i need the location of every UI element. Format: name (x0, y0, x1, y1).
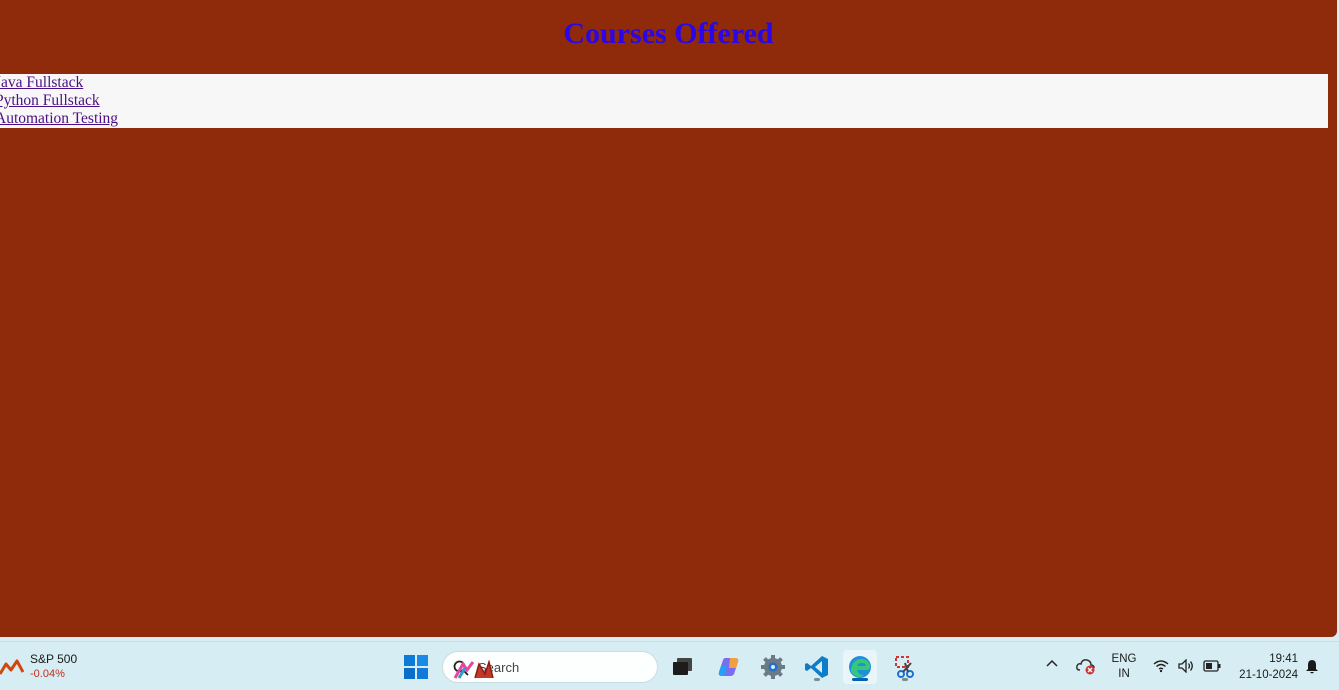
windows-logo-icon (404, 655, 428, 679)
stock-chart-icon (0, 659, 24, 675)
wifi-icon (1153, 660, 1169, 673)
start-button[interactable] (399, 650, 433, 684)
language-code: ENG (1111, 653, 1137, 665)
widget-title: S&P 500 (30, 652, 78, 666)
region-code: IN (1118, 668, 1130, 680)
clock[interactable]: 19:41 21-10-2024 (1228, 651, 1298, 683)
notification-bell-icon[interactable] (1305, 659, 1319, 675)
task-view-icon (673, 658, 692, 675)
widget-change: -0.04% (30, 668, 65, 680)
page-title: Courses Offered (563, 17, 774, 50)
taskbar: S&P 500 -0.04% Search ENG IN 19:41 21-10… (0, 641, 1339, 690)
edge-icon (849, 656, 871, 678)
running-indicator (814, 678, 820, 681)
course-link-python[interactable]: Python Fullstack (0, 92, 100, 109)
copilot-icon (718, 658, 739, 676)
active-indicator (852, 678, 868, 681)
list-item: Automation Testing (0, 110, 1328, 128)
snipping-tool-icon (895, 656, 914, 678)
copilot-button[interactable] (712, 650, 746, 684)
stock-widget[interactable]: S&P 500 -0.04% (0, 650, 90, 684)
language-indicator[interactable]: ENG IN (1108, 652, 1140, 682)
snipping-tool-app[interactable] (888, 650, 922, 684)
search-input[interactable]: Search (442, 651, 658, 683)
vscode-icon (805, 656, 828, 678)
list-item: Java Fullstack (0, 74, 1328, 92)
task-view-button[interactable] (666, 650, 700, 684)
edge-app[interactable] (843, 650, 877, 684)
settings-app[interactable] (756, 650, 790, 684)
chevron-up-icon[interactable] (1045, 658, 1059, 668)
gear-icon (761, 655, 785, 679)
clock-date: 21-10-2024 (1239, 669, 1298, 681)
course-list: Java Fullstack Python Fullstack Automati… (0, 74, 1328, 128)
volume-icon (1178, 659, 1193, 673)
list-item: Python Fullstack (0, 92, 1328, 110)
search-highlight-icon (453, 660, 494, 679)
browser-page: Courses Offered Java Fullstack Python Fu… (0, 0, 1337, 637)
onedrive-error-icon[interactable] (1076, 657, 1096, 675)
vscode-app[interactable] (800, 650, 834, 684)
clock-time: 19:41 (1269, 653, 1298, 665)
course-link-automation[interactable]: Automation Testing (0, 110, 118, 127)
running-indicator (902, 678, 908, 681)
course-link-java[interactable]: Java Fullstack (0, 74, 83, 91)
battery-icon (1203, 660, 1221, 672)
system-tray[interactable] (1153, 659, 1221, 673)
